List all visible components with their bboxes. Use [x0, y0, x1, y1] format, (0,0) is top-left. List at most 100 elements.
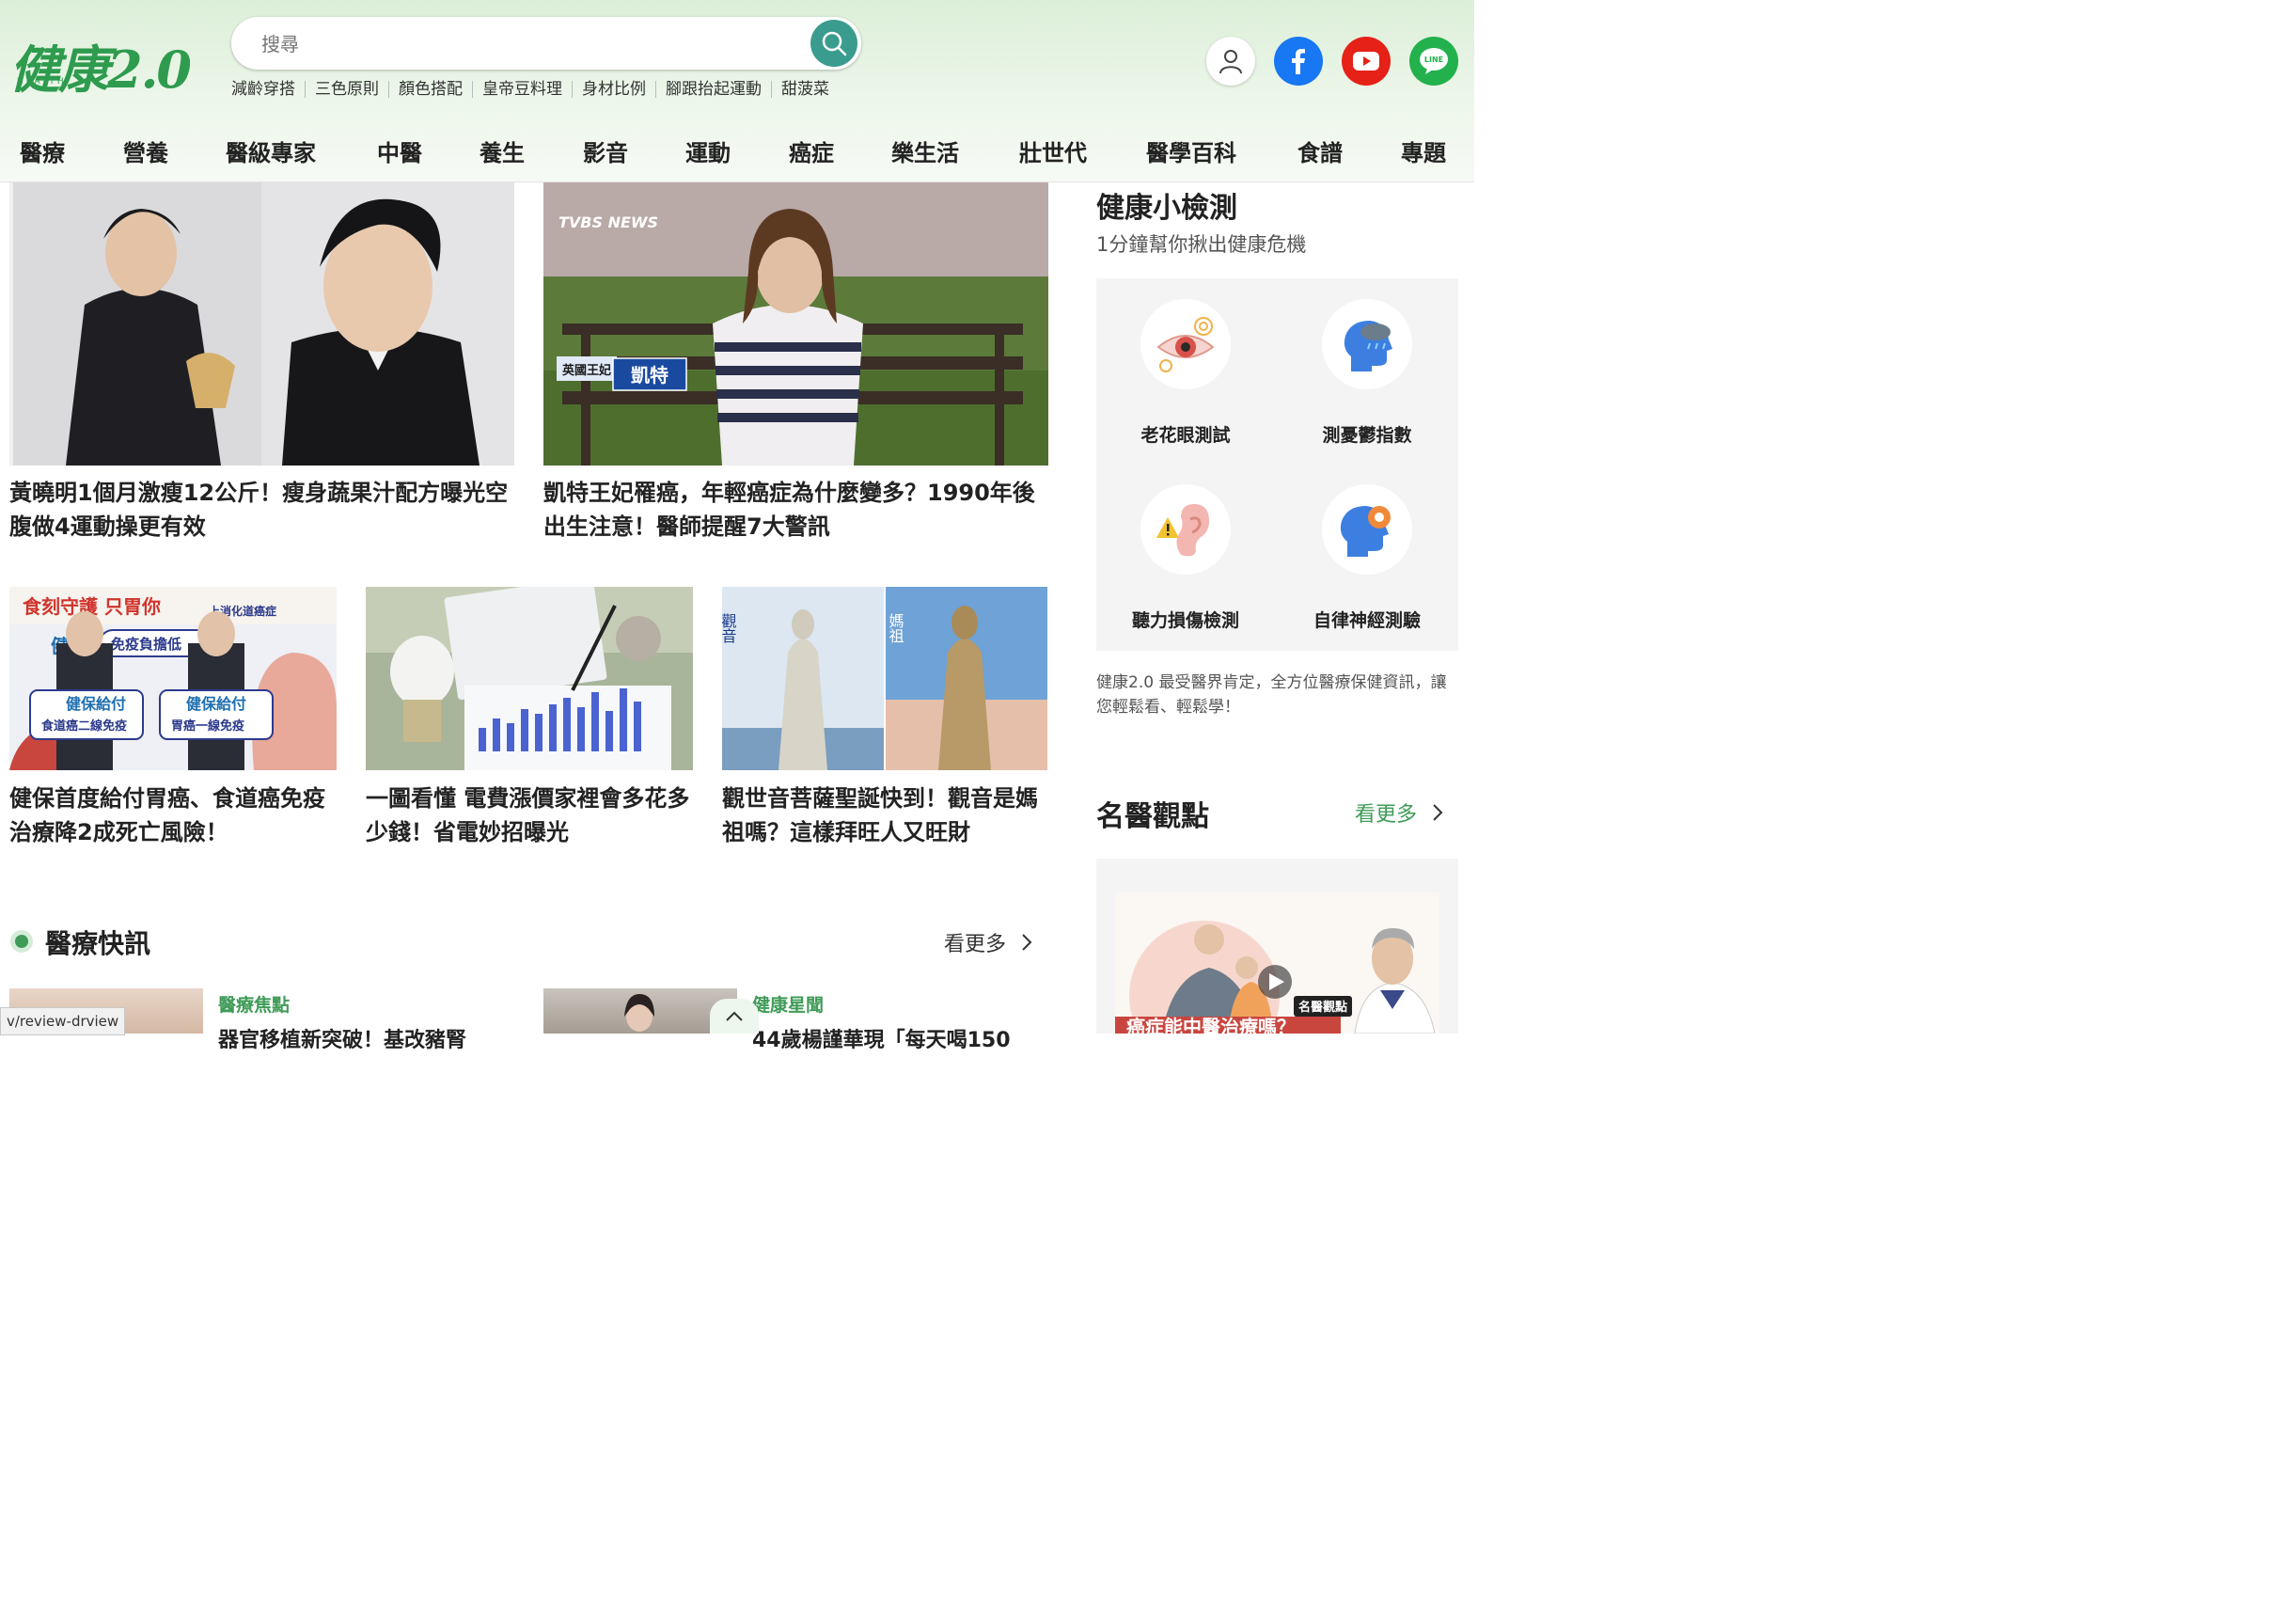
search-input[interactable] — [259, 26, 790, 62]
line-icon-text: LINE — [1424, 55, 1443, 64]
logo-text: 健康2.0 — [9, 39, 192, 100]
keyword-link[interactable]: 三色原則 — [305, 81, 388, 98]
nav-item-seniors[interactable]: 壯世代 — [1019, 134, 1087, 167]
news-category-2[interactable]: 健康星聞 — [752, 991, 824, 1017]
nav-item-video[interactable]: 影音 — [583, 134, 628, 167]
youtube-button[interactable] — [1342, 37, 1391, 86]
article-image-3-label-right: 媽祖 — [887, 613, 904, 643]
expert-video-thumbnail[interactable]: 名醫觀點 癌症能中醫治療嗎？ — [1115, 892, 1439, 1034]
member-button[interactable] — [1206, 37, 1255, 86]
expert-banner: 癌症能中醫治療嗎？ — [1126, 1016, 1296, 1034]
article-image-3[interactable]: 觀音 媽祖 — [722, 587, 1047, 770]
news-image-2[interactable] — [543, 988, 737, 1034]
news-section-title: 醫療快訊 — [45, 928, 151, 959]
quiz-autonomic[interactable]: 自律神經測驗 — [1278, 484, 1456, 632]
article-image-3-art: 觀音 媽祖 — [722, 587, 1047, 770]
article-image-1-sign-1-sub: 食道癌二線免疫 — [41, 718, 127, 734]
nav-item-lifestyle[interactable]: 樂生活 — [891, 134, 959, 167]
featured-image-1[interactable] — [9, 182, 514, 466]
quiz-hearing-label: 聽力損傷檢測 — [1131, 610, 1239, 631]
keyword-link[interactable]: 身材比例 — [572, 81, 655, 98]
nav-item-tcm[interactable]: 中醫 — [377, 134, 422, 167]
quiz-depression[interactable]: 測憂鬱指數 — [1278, 299, 1456, 447]
featured-image-2[interactable]: 英國王妃 凱特 TVBS NEWS — [543, 182, 1048, 466]
main-nav: 醫療 營養 醫級專家 中醫 養生 影音 運動 癌症 樂生活 壯世代 醫學百科 食… — [0, 134, 1474, 170]
article-image-1-sign-1: 健保給付 — [66, 695, 126, 713]
nav-item-nutrition[interactable]: 營養 — [123, 134, 168, 167]
health-check-title: 健康小檢測 — [1096, 192, 1237, 225]
article-image-2-art — [366, 587, 693, 770]
article-image-1[interactable]: 食刻守護 只胃你 上消化道癌症 健 免疫負擔低 健保給付 食道癌二線免疫 健保給… — [9, 587, 337, 770]
expert-more-label: 看更多 — [1355, 803, 1418, 827]
nav-item-medical[interactable]: 醫療 — [20, 134, 65, 167]
featured-title-1[interactable]: 黃曉明1個月激瘦12公斤！瘦身蔬果汁配方曝光空腹做4運動操更有效 — [9, 476, 514, 544]
health-check-description: 健康2.0 最受醫界肯定，全方位醫療保健資訊，讓您輕鬆看、輕鬆學！ — [1096, 673, 1447, 717]
nav-item-exercise[interactable]: 運動 — [685, 134, 731, 167]
news-title-2[interactable]: 44歲楊謹華現「每天喝150 — [752, 1023, 1011, 1053]
expert-section-title: 名醫觀點 — [1096, 800, 1209, 833]
article-title-1[interactable]: 健保首度給付胃癌、食道癌免疫治療降2成死亡風險！ — [9, 781, 337, 849]
head-cloud-icon — [1344, 321, 1392, 371]
search-icon — [822, 31, 847, 56]
nav-item-recipes[interactable]: 食譜 — [1297, 134, 1343, 167]
article-image-2[interactable] — [366, 587, 693, 770]
news-section-header: 醫療快訊 看更多 — [9, 922, 1047, 963]
chevron-right-icon — [1022, 934, 1032, 951]
scroll-top-button[interactable] — [710, 999, 759, 1034]
quiz-hearing-circle — [1140, 484, 1231, 575]
article-title-2[interactable]: 一圖看懂 電費漲價家裡會多花多少錢！省電妙招曝光 — [366, 781, 693, 849]
facebook-icon — [1292, 49, 1305, 74]
search-button[interactable] — [810, 20, 857, 67]
article-title-3[interactable]: 觀世音菩薩聖誕快到！觀音是媽祖嗎？這樣拜旺人又旺財 — [722, 781, 1047, 849]
expert-panel: 名醫觀點 癌症能中醫治療嗎？ — [1096, 859, 1458, 1034]
keyword-link[interactable]: 甜菠菜 — [771, 81, 839, 98]
keyword-link[interactable]: 減齡穿搭 — [231, 81, 305, 98]
news-more-label: 看更多 — [944, 933, 1007, 956]
article-image-3-label-left: 觀音 — [722, 613, 737, 643]
quiz-autonomic-label: 自律神經測驗 — [1313, 610, 1421, 631]
expert-more-link[interactable]: 看更多 — [1355, 797, 1443, 828]
site-logo[interactable]: 健康2.0 HEALTH — [9, 28, 207, 100]
featured-title-2[interactable]: 凱特王妃罹癌，年輕癌症為什麼變多？1990年後出生注意！醫師提醒7大警訊 — [543, 476, 1048, 544]
quiz-presbyopia[interactable]: 老花眼測試 — [1096, 299, 1275, 447]
search-bar — [231, 17, 861, 70]
nav-item-cancer[interactable]: 癌症 — [789, 134, 834, 167]
news-title-1[interactable]: 器官移植新突破！基改豬腎 — [218, 1023, 466, 1053]
ear-warning-icon — [1156, 504, 1209, 557]
article-image-1-sign-2-sub: 胃癌一線免疫 — [171, 718, 244, 734]
quiz-presbyopia-label: 老花眼測試 — [1140, 425, 1231, 446]
section-dot-icon — [10, 930, 33, 953]
nav-item-encyclopedia[interactable]: 醫學百科 — [1146, 134, 1236, 167]
quiz-depression-circle — [1322, 299, 1412, 389]
site-header: 健康2.0 HEALTH 減齡穿搭 三色原則 顏色搭配 皇帝豆料理 身材比例 腳… — [0, 0, 1474, 182]
news-image-2-art — [624, 994, 654, 1032]
quiz-hearing[interactable]: 聽力損傷檢測 — [1096, 484, 1275, 632]
article-image-1-art: 食刻守護 只胃你 上消化道癌症 健 免疫負擔低 健保給付 食道癌二線免疫 健保給… — [9, 587, 337, 770]
eye-icon — [1156, 317, 1215, 372]
logo-subtext: HEALTH — [17, 77, 67, 87]
health-check-subtitle: 1分鐘幫你揪出健康危機 — [1096, 233, 1307, 256]
expert-badge: 名醫觀點 — [1298, 1000, 1347, 1015]
featured-image-1-art — [9, 182, 514, 466]
chevron-right-icon — [1433, 804, 1443, 821]
featured-caption-small: 英國王妃 — [561, 363, 611, 378]
quiz-depression-label: 測憂鬱指數 — [1322, 425, 1412, 446]
news-more-link[interactable]: 看更多 — [944, 927, 1032, 957]
keyword-link[interactable]: 顏色搭配 — [388, 81, 472, 98]
featured-caption-name: 凱特 — [631, 364, 668, 387]
head-sun-icon — [1340, 506, 1391, 557]
youtube-icon — [1353, 52, 1379, 71]
news-category-1[interactable]: 醫療焦點 — [218, 991, 290, 1017]
expert-video-art: 名醫觀點 癌症能中醫治療嗎？ — [1115, 892, 1439, 1034]
keyword-link[interactable]: 腳跟抬起運動 — [655, 81, 771, 98]
nav-item-experts[interactable]: 醫級專家 — [226, 134, 316, 167]
line-button[interactable]: LINE — [1409, 37, 1458, 86]
tvbs-watermark: TVBS NEWS — [558, 213, 658, 231]
nav-item-topics[interactable]: 專題 — [1401, 134, 1446, 167]
line-icon: LINE — [1420, 48, 1448, 74]
facebook-button[interactable] — [1274, 37, 1323, 86]
article-image-1-sub: 免疫負擔低 — [111, 636, 181, 653]
nav-item-wellness[interactable]: 養生 — [480, 134, 525, 167]
keyword-link[interactable]: 皇帝豆料理 — [472, 81, 572, 98]
user-icon — [1219, 50, 1242, 74]
